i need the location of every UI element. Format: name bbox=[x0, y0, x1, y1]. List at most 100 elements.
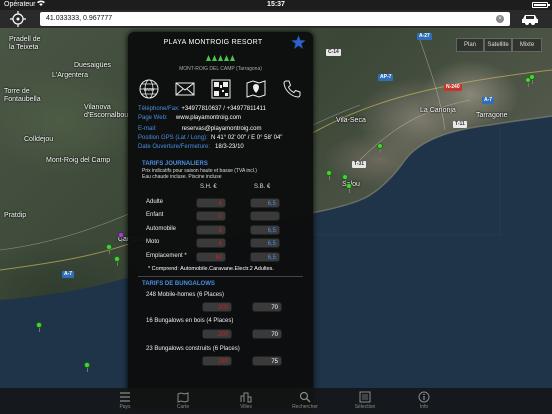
map-type-plan-button[interactable]: Plan bbox=[456, 38, 484, 52]
search-icon bbox=[299, 390, 311, 403]
emplacement-includes-note: * Comprend: Automobile.Caravane.Electr.2… bbox=[148, 266, 274, 272]
bungalow-high-season-price: 200 bbox=[202, 329, 232, 339]
map-place-label: Torre de Fontaubella bbox=[4, 88, 41, 103]
map-place-label: L'Argentera bbox=[52, 72, 88, 79]
email-icon[interactable] bbox=[174, 78, 196, 100]
bungalow-row-label: 248 Mobile-homes (6 Places) bbox=[146, 292, 225, 298]
road-shield: T-11 bbox=[453, 121, 467, 128]
map-icon bbox=[177, 390, 189, 403]
campsite-pin[interactable] bbox=[346, 183, 352, 193]
tab-selection[interactable]: Sélection bbox=[340, 390, 390, 414]
bungalow-row-label: 23 Bungalows construits (6 Places) bbox=[146, 346, 240, 352]
rates-includes-note: Eau chaude incluse. Piscine incluse bbox=[142, 174, 222, 180]
map-place-label: Vilanova d'Escornalbou bbox=[84, 104, 129, 119]
web-icon[interactable]: www bbox=[138, 78, 160, 100]
bungalow-low-season-price: 70 bbox=[252, 329, 282, 339]
map-place-label: Pratdip bbox=[4, 212, 27, 219]
gps-row: Position GPS (Lat / Long): N 41° 02' 00"… bbox=[138, 135, 283, 141]
tab-carte[interactable]: Carte bbox=[158, 390, 208, 414]
high-season-price: 6 bbox=[196, 198, 226, 208]
info-icon bbox=[418, 390, 430, 403]
low-season-column-header: S.B. € bbox=[254, 184, 271, 190]
high-season-price: 6 bbox=[196, 225, 226, 235]
website-row: Page Web: www.playamontroig.com bbox=[138, 115, 241, 121]
coordinates-search-input[interactable]: 41.033333, 0.967777 bbox=[40, 12, 510, 26]
bungalow-row-label: 16 Bungalows en bois (4 Places) bbox=[146, 318, 234, 324]
campsite-pin[interactable] bbox=[529, 74, 535, 84]
city-icon bbox=[240, 390, 252, 403]
low-season-price: 6,5 bbox=[250, 238, 280, 248]
map-type-mixte-button[interactable]: Mixte bbox=[512, 38, 542, 52]
map-place-label: Pradell de la Teixeta bbox=[9, 36, 41, 51]
map-place-label: Tarragone bbox=[476, 112, 508, 119]
campsite-pin[interactable] bbox=[36, 322, 42, 332]
selected-campsite-pin[interactable] bbox=[118, 232, 124, 242]
campsite-pin[interactable] bbox=[106, 244, 112, 254]
bungalow-high-season-price: 280 bbox=[202, 356, 232, 366]
contact-icons-row: www bbox=[138, 78, 303, 100]
campsite-info-panel: PLAYA MONTROIG RESORT MONT-ROIG DEL CAMP… bbox=[128, 32, 313, 408]
bungalow-high-season-price: 200 bbox=[202, 302, 232, 312]
rate-row-label: Enfant bbox=[146, 212, 164, 218]
rate-row-label: Automobile bbox=[146, 226, 177, 232]
map-type-satellite-button[interactable]: Satellite bbox=[484, 38, 512, 52]
high-season-price: 6 bbox=[196, 238, 226, 248]
favorite-star-icon[interactable] bbox=[290, 34, 307, 50]
road-shield: AP-7 bbox=[378, 74, 394, 81]
map-place-label: Colldejou bbox=[24, 136, 54, 143]
phone-icon[interactable] bbox=[281, 78, 303, 100]
daily-rates-title: TARIFS JOURNALIERS bbox=[142, 161, 208, 167]
high-season-price: 60 bbox=[196, 252, 226, 262]
campsite-pin[interactable] bbox=[342, 174, 348, 184]
status-time: 15:37 bbox=[267, 1, 285, 8]
bottom-tab-bar: Pays Carte Villes Rechercher Sélection I… bbox=[0, 388, 552, 414]
tab-info[interactable]: Info bbox=[399, 390, 449, 414]
selection-list-icon bbox=[359, 390, 371, 403]
road-shield: A-27 bbox=[417, 33, 432, 40]
email-row: E-mail: reservas@playamontroig.com bbox=[138, 126, 262, 132]
map-place-label: Mont-Roig del Camp bbox=[46, 157, 111, 164]
top-toolbar: 41.033333, 0.967777 × bbox=[0, 10, 552, 28]
tab-rechercher[interactable]: Rechercher bbox=[280, 390, 330, 414]
campsite-pin[interactable] bbox=[377, 143, 383, 153]
map-place-label: Vila-Seca bbox=[336, 117, 366, 124]
road-shield: A-7 bbox=[62, 271, 75, 278]
qr-code-icon[interactable] bbox=[210, 78, 232, 100]
phone-fax-row: Téléphone/Fax: +34977810637 / +349778114… bbox=[138, 106, 266, 112]
campsite-pin[interactable] bbox=[84, 362, 90, 372]
low-season-price: 6,5 bbox=[250, 225, 280, 235]
campsite-title: PLAYA MONTROIG RESORT bbox=[163, 39, 263, 46]
rating-icons bbox=[128, 55, 313, 63]
svg-text:www: www bbox=[144, 87, 155, 93]
low-season-price: 6,5 bbox=[250, 252, 280, 262]
battery-icon bbox=[532, 2, 550, 8]
campsite-pin[interactable] bbox=[114, 256, 120, 266]
low-season-price bbox=[250, 211, 280, 221]
road-shield: A-7 bbox=[482, 97, 495, 104]
bungalow-rates-title: TARIFS DE BUNGALOWS bbox=[142, 281, 215, 287]
road-shield: N-240 bbox=[444, 84, 462, 91]
status-bar: Opérateur 15:37 bbox=[0, 0, 552, 10]
campsite-pin[interactable] bbox=[326, 170, 332, 180]
map-place-label: Duesaigües bbox=[74, 62, 111, 69]
map-place-label: La Canonja bbox=[420, 107, 456, 114]
list-icon bbox=[119, 390, 131, 402]
clear-search-icon[interactable]: × bbox=[496, 15, 504, 23]
rate-row-label: Emplacement * bbox=[146, 253, 187, 259]
tab-pays[interactable]: Pays bbox=[100, 390, 150, 414]
opening-dates-row: Date Ouverture/Fermeture: 18/3-23/10 bbox=[138, 144, 244, 150]
high-season-column-header: S.H. € bbox=[200, 184, 217, 190]
section-divider bbox=[138, 276, 303, 277]
road-shield: C-14 bbox=[326, 49, 341, 56]
bungalow-low-season-price: 70 bbox=[252, 302, 282, 312]
road-shield: T-31 bbox=[352, 161, 367, 168]
map-location-icon[interactable] bbox=[245, 78, 267, 100]
low-season-price: 6,5 bbox=[250, 198, 280, 208]
car-route-icon[interactable] bbox=[520, 12, 540, 26]
bungalow-low-season-price: 75 bbox=[252, 356, 282, 366]
locate-icon[interactable] bbox=[10, 11, 26, 27]
tab-villes[interactable]: Villes bbox=[221, 390, 271, 414]
rate-row-label: Moto bbox=[146, 239, 160, 245]
rate-row-label: Adulte bbox=[146, 199, 164, 205]
campsite-location: MONT-ROIG DEL CAMP (Tarragona) bbox=[179, 66, 262, 72]
